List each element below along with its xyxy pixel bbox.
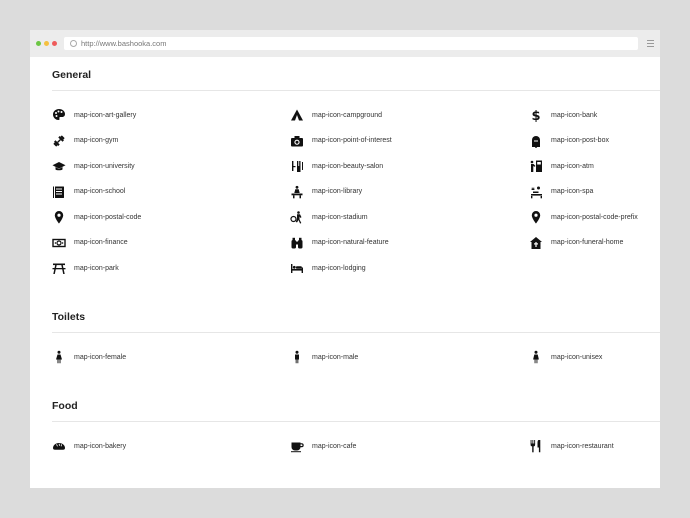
- icon-list-item-label: map-icon-postal-code-prefix: [551, 213, 638, 221]
- library-icon: [290, 185, 304, 199]
- binoculars-icon: [290, 236, 304, 250]
- address-url: http://www.bashooka.com: [81, 39, 167, 48]
- icon-list-item-label: map-icon-library: [312, 188, 363, 195]
- banknote-icon: [52, 236, 66, 250]
- icon-list-item-label: map-icon-school: [74, 188, 126, 195]
- section-title-general: General: [52, 69, 92, 81]
- browser-window: http://www.bashooka.com General Toilets …: [30, 30, 660, 488]
- tent-icon: [290, 108, 304, 122]
- unisex-icon: [529, 350, 543, 364]
- cup-icon: [290, 439, 304, 453]
- refresh-icon[interactable]: [70, 40, 77, 47]
- icon-list-item[interactable]: map-icon-stadium: [290, 210, 368, 224]
- icon-list-item[interactable]: map-icon-funeral-home: [529, 236, 623, 250]
- maximize-button[interactable]: [36, 41, 41, 46]
- section-title-food: Food: [52, 400, 78, 412]
- icon-list-item-label: map-icon-atm: [551, 162, 594, 170]
- icon-list-item-label: map-icon-natural-feature: [312, 239, 389, 246]
- icon-list-item[interactable]: map-icon-campground: [290, 108, 382, 122]
- icon-list-item[interactable]: map-icon-natural-feature: [290, 236, 389, 250]
- icon-list-item[interactable]: map-icon-point-of-interest: [290, 134, 392, 148]
- icon-list-item[interactable]: map-icon-postal-code: [52, 210, 141, 224]
- icon-list-item[interactable]: map-icon-gym: [52, 134, 118, 148]
- icon-list-item-label: map-icon-funeral-home: [551, 239, 624, 246]
- icon-list-item[interactable]: map-icon-university: [52, 159, 135, 173]
- icon-list-item-label: map-icon-bank: [551, 111, 598, 119]
- menu-icon[interactable]: [647, 40, 654, 49]
- section-divider: [52, 421, 660, 422]
- icon-list-item[interactable]: map-icon-cafe: [290, 439, 356, 453]
- camera-icon: [290, 134, 304, 148]
- icon-list-item[interactable]: map-icon-post-box: [529, 134, 609, 148]
- icon-list-item-label: map-icon-post-box: [551, 137, 609, 144]
- icon-list-item[interactable]: map-icon-atm: [529, 159, 594, 173]
- svg-text:$: $: [531, 109, 540, 122]
- icon-list-item-label: map-icon-finance: [74, 239, 128, 246]
- icon-list-item[interactable]: map-icon-postal-code-prefix: [529, 210, 638, 224]
- icon-list-item-label: map-icon-stadium: [312, 213, 368, 221]
- icon-list-item-label: map-icon-campground: [312, 111, 383, 119]
- icon-list-item[interactable]: $ map-icon-bank: [529, 108, 597, 122]
- beauty-icon: [290, 159, 304, 173]
- icon-list-item[interactable]: map-icon-finance: [52, 236, 128, 250]
- bread-icon: [52, 439, 66, 453]
- section-divider: [52, 90, 660, 91]
- section-divider: [52, 332, 660, 333]
- icon-list-item-label: map-icon-male: [312, 353, 359, 361]
- icon-list-item-label: map-icon-art-gallery: [74, 111, 137, 119]
- icon-list-item[interactable]: map-icon-lodging: [290, 261, 366, 275]
- notebook-icon: [52, 185, 66, 199]
- stadium-icon: [290, 210, 304, 224]
- icon-list-item[interactable]: map-icon-restaurant: [529, 439, 614, 453]
- icon-list-item-label: map-icon-university: [74, 162, 135, 170]
- funeral-home-icon: [529, 236, 543, 250]
- dumbbell-icon: [52, 134, 66, 148]
- pin-icon: [529, 210, 543, 224]
- palette-icon: [52, 108, 66, 122]
- icon-list-item-label: map-icon-female: [74, 353, 127, 361]
- atm-icon: [529, 159, 543, 173]
- bed-icon: [290, 261, 304, 275]
- icon-list-item[interactable]: map-icon-female: [52, 350, 126, 364]
- icon-list-item-label: map-icon-beauty-salon: [312, 162, 384, 170]
- icon-list-item[interactable]: map-icon-bakery: [52, 439, 126, 453]
- mailbox-icon: [529, 134, 543, 148]
- icon-list-item-label: map-icon-restaurant: [551, 442, 614, 450]
- cutlery-icon: [529, 439, 543, 453]
- icon-list-item-label: map-icon-gym: [74, 137, 119, 144]
- icon-list-item[interactable]: map-icon-park: [52, 261, 119, 275]
- female-icon: [52, 350, 66, 364]
- icon-list-item-label: map-icon-lodging: [312, 264, 366, 272]
- icon-list-item-label: map-icon-point-of-interest: [312, 137, 392, 144]
- minimize-button[interactable]: [44, 41, 49, 46]
- graduation-cap-icon: [52, 159, 66, 173]
- icon-list-item[interactable]: map-icon-beauty-salon: [290, 159, 383, 173]
- icon-list-item-label: map-icon-park: [74, 264, 119, 272]
- icon-list-item-label: map-icon-postal-code: [74, 213, 142, 221]
- male-icon: [290, 350, 304, 364]
- icon-list-item[interactable]: map-icon-unisex: [529, 350, 602, 364]
- pin-icon: [52, 210, 66, 224]
- section-title-toilets: Toilets: [52, 311, 86, 323]
- icon-list-item[interactable]: map-icon-library: [290, 185, 362, 199]
- icon-list-item[interactable]: map-icon-spa: [529, 185, 593, 199]
- spa-icon: [529, 185, 543, 199]
- dollar-icon: $: [529, 108, 543, 122]
- close-button[interactable]: [52, 41, 57, 46]
- icon-list-item[interactable]: map-icon-school: [52, 185, 125, 199]
- icon-list-item-label: map-icon-unisex: [551, 353, 603, 361]
- icon-list-item-label: map-icon-cafe: [312, 442, 357, 450]
- picnic-table-icon: [52, 261, 66, 275]
- browser-toolbar: http://www.bashooka.com: [30, 30, 660, 57]
- icon-list-item[interactable]: map-icon-art-gallery: [52, 108, 136, 122]
- icon-list-item[interactable]: map-icon-male: [290, 350, 358, 364]
- icon-list-item-label: map-icon-spa: [551, 188, 594, 195]
- icon-list-item-label: map-icon-bakery: [74, 442, 127, 450]
- address-bar[interactable]: http://www.bashooka.com: [64, 37, 638, 50]
